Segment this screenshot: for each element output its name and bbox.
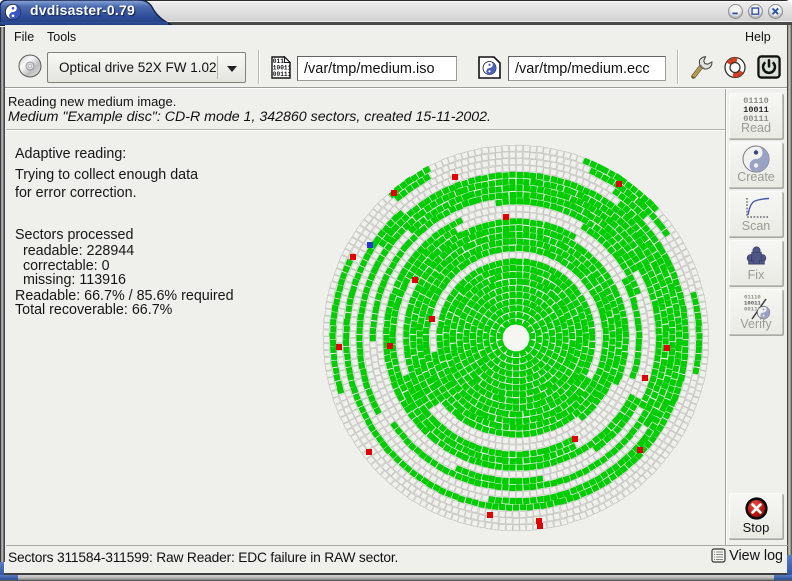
svg-text:00111: 00111 <box>273 71 291 78</box>
